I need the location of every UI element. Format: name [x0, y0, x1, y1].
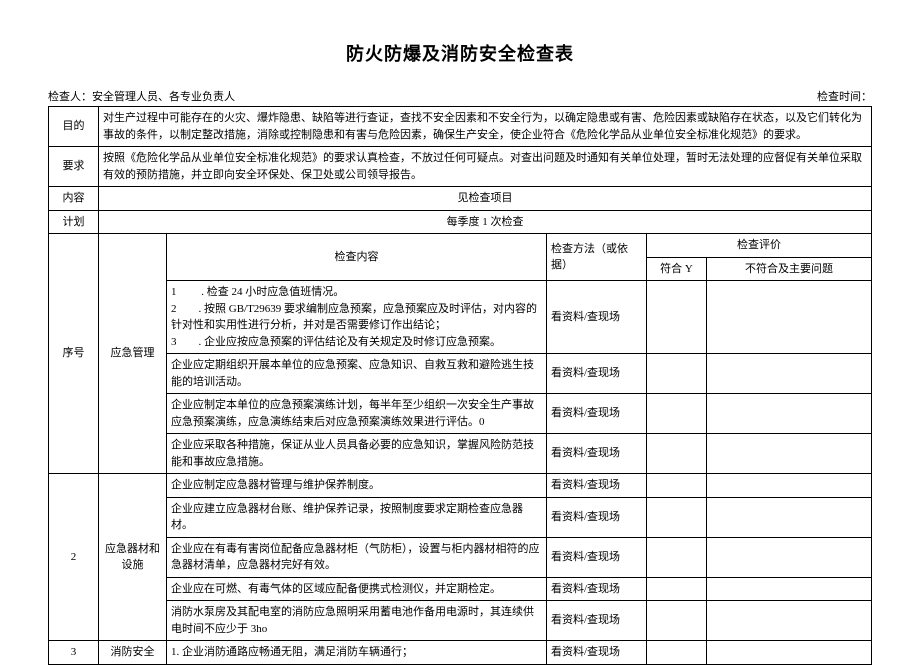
eval-header: 检查评价 [647, 234, 872, 258]
fail-header: 不符合及主要问题 [707, 257, 872, 281]
table-row: 消防水泵房及其配电室的消防应急照明采用蓄电池作备用电源时，其连续供电时间不应少于… [49, 601, 872, 641]
plan-text: 每季度 1 次检查 [99, 210, 872, 234]
row-fail [707, 537, 872, 577]
require-text: 按照《危险化学品从业单位安全标准化规范》的要求认真检查，不放过任何可疑点。对查出… [99, 147, 872, 187]
table-row: 企业应采取各种措施，保证从业人员具备必要的应急知识，掌握风险防范技能和事故应急措… [49, 434, 872, 474]
table-row: 1 . 检查 24 小时应急值班情况。 2 . 按照 GB/T29639 要求编… [49, 281, 872, 354]
row-fail [707, 641, 872, 665]
require-label: 要求 [49, 147, 99, 187]
row-content: 企业应制定应急器材管理与维护保养制度。 [167, 474, 547, 498]
row-content: 企业应采取各种措施，保证从业人员具备必要的应急知识，掌握风险防范技能和事故应急措… [167, 434, 547, 474]
row-fail [707, 474, 872, 498]
row-content: 1 . 检查 24 小时应急值班情况。 2 . 按照 GB/T29639 要求编… [167, 281, 547, 354]
row-method: 看资料/查现场 [547, 641, 647, 665]
row-fail [707, 394, 872, 434]
table-row: 企业应在有毒有害岗位配备应急器材柜（气防柜），设置与柜内器材相符的应急器材清单，… [49, 537, 872, 577]
plan-row: 计划 每季度 1 次检查 [49, 210, 872, 234]
inspector-value: 安全管理人员、各专业负责人 [92, 91, 235, 103]
row-method: 看资料/查现场 [547, 354, 647, 394]
row-method: 看资料/查现场 [547, 601, 647, 641]
row-fail [707, 281, 872, 354]
plan-label: 计划 [49, 210, 99, 234]
content-label: 内容 [49, 187, 99, 211]
purpose-row: 目的 对生产过程中可能存在的火灾、爆炸隐患、缺陷等进行查证，查找不安全因素和不安… [49, 107, 872, 147]
purpose-label: 目的 [49, 107, 99, 147]
inspector-label: 检查人： [48, 91, 92, 103]
row-content: 企业应制定本单位的应急预案演练计划，每半年至少组织一次安全生产事故应急预案演练，… [167, 394, 547, 434]
row-pass [647, 497, 707, 537]
row-content: 企业应定期组织开展本单位的应急预案、应急知识、自救互救和避险逃生技能的培训活动。 [167, 354, 547, 394]
category-2: 应急器材和设施 [99, 474, 167, 641]
category-3: 消防安全 [99, 641, 167, 665]
row-fail [707, 601, 872, 641]
row-method: 看资料/查现场 [547, 281, 647, 354]
time-label: 检查时间： [817, 88, 872, 104]
pass-header: 符合 Y [647, 257, 707, 281]
table-row: 企业应定期组织开展本单位的应急预案、应急知识、自救互救和避险逃生技能的培训活动。… [49, 354, 872, 394]
row-fail [707, 577, 872, 601]
row-content: 企业应在可燃、有毒气体的区域应配备便携式检测仪，并定期检定。 [167, 577, 547, 601]
row-fail [707, 354, 872, 394]
row-fail [707, 434, 872, 474]
row-pass [647, 537, 707, 577]
category-1: 应急管理 [99, 234, 167, 474]
content-row: 内容 见检查项目 [49, 187, 872, 211]
row-content: 1. 企业消防通路应畅通无阻，满足消防车辆通行； [167, 641, 547, 665]
seq-3: 3 [49, 641, 99, 665]
row-pass [647, 394, 707, 434]
document-title: 防火防爆及消防安全检查表 [48, 40, 872, 66]
row-method: 看资料/查现场 [547, 497, 647, 537]
row-pass [647, 281, 707, 354]
row-method: 看资料/查现场 [547, 394, 647, 434]
table-row: 企业应制定本单位的应急预案演练计划，每半年至少组织一次安全生产事故应急预案演练，… [49, 394, 872, 434]
row-content: 企业应建立应急器材台账、维护保养记录，按照制度要求定期检查应急器材。 [167, 497, 547, 537]
row-method: 看资料/查现场 [547, 537, 647, 577]
inspection-table: 目的 对生产过程中可能存在的火灾、爆炸隐患、缺陷等进行查证，查找不安全因素和不安… [48, 106, 872, 665]
row-method: 看资料/查现场 [547, 577, 647, 601]
table-row: 企业应在可燃、有毒气体的区域应配备便携式检测仪，并定期检定。 看资料/查现场 [49, 577, 872, 601]
table-row: 企业应建立应急器材台账、维护保养记录，按照制度要求定期检查应急器材。 看资料/查… [49, 497, 872, 537]
require-row: 要求 按照《危险化学品从业单位安全标准化规范》的要求认真检查，不放过任何可疑点。… [49, 147, 872, 187]
table-header-row-1: 序号 应急管理 检查内容 检查方法（或依据） 检查评价 [49, 234, 872, 258]
row-pass [647, 641, 707, 665]
row-pass [647, 434, 707, 474]
row-fail [707, 497, 872, 537]
row-content: 企业应在有毒有害岗位配备应急器材柜（气防柜），设置与柜内器材相符的应急器材清单，… [167, 537, 547, 577]
seq-2: 2 [49, 474, 99, 641]
row-content: 消防水泵房及其配电室的消防应急照明采用蓄电池作备用电源时，其连续供电时间不应少于… [167, 601, 547, 641]
purpose-text: 对生产过程中可能存在的火灾、爆炸隐患、缺陷等进行查证，查找不安全因素和不安全行为… [99, 107, 872, 147]
row-method: 看资料/查现场 [547, 474, 647, 498]
check-content-header: 检查内容 [167, 234, 547, 281]
table-row: 2 应急器材和设施 企业应制定应急器材管理与维护保养制度。 看资料/查现场 [49, 474, 872, 498]
check-method-header: 检查方法（或依据） [547, 234, 647, 281]
seq-header: 序号 [49, 234, 99, 474]
meta-row: 检查人：安全管理人员、各专业负责人 检查时间： [48, 88, 872, 104]
row-method: 看资料/查现场 [547, 434, 647, 474]
row-pass [647, 601, 707, 641]
row-pass [647, 577, 707, 601]
row-pass [647, 354, 707, 394]
row-pass [647, 474, 707, 498]
content-text: 见检查项目 [99, 187, 872, 211]
table-row: 3 消防安全 1. 企业消防通路应畅通无阻，满足消防车辆通行； 看资料/查现场 [49, 641, 872, 665]
